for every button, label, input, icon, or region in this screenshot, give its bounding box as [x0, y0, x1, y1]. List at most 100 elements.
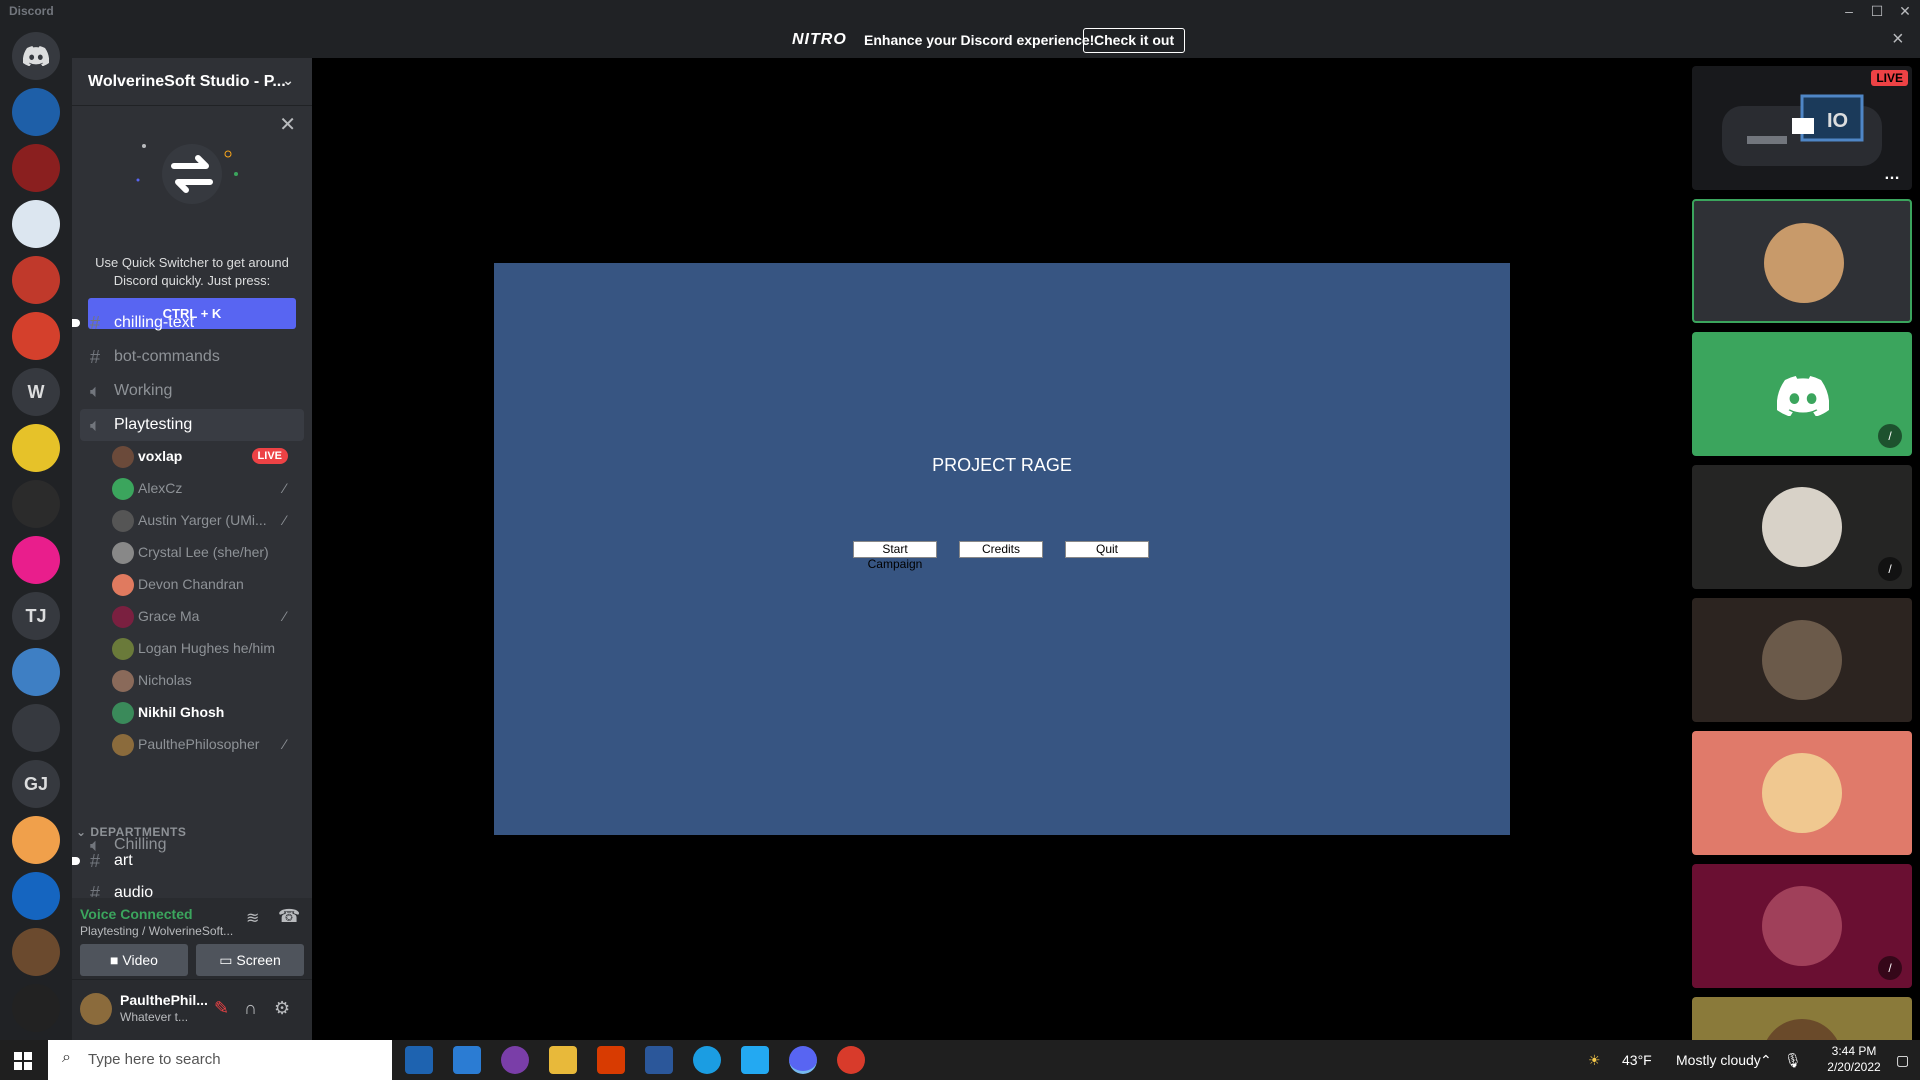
nitro-banner: NITRO Enhance your Discord experience! C…	[72, 22, 1920, 58]
voice-user[interactable]: voxlap LIVE	[104, 441, 296, 471]
voice-channel-playtesting[interactable]: 🔈︎ Playtesting	[80, 409, 304, 441]
chevron-up-icon[interactable]: ⌃	[1760, 1052, 1772, 1069]
voice-user[interactable]: Grace Ma ⁄	[104, 601, 296, 631]
unread-indicator	[72, 857, 80, 865]
video-button[interactable]: ■ Video	[80, 944, 188, 976]
participant-tile-discord-avatar[interactable]: /	[1692, 332, 1912, 456]
server-icon[interactable]	[12, 704, 60, 752]
server-icon[interactable]	[12, 424, 60, 472]
quit-button[interactable]: Quit	[1065, 541, 1149, 558]
server-initials: GJ	[23, 773, 48, 794]
channel-bot-commands[interactable]: # bot-commands	[80, 341, 304, 373]
search-icon: ⌕	[62, 1049, 71, 1066]
voice-user[interactable]: Austin Yarger (UMi... ⁄	[104, 505, 296, 535]
close-window-icon[interactable]: ✕	[1890, 0, 1920, 22]
participant-tile[interactable]	[1692, 598, 1912, 722]
server-icon[interactable]	[12, 536, 60, 584]
channel-art[interactable]: # art	[72, 845, 304, 877]
close-banner-icon[interactable]: ×	[1892, 28, 1904, 51]
server-icon[interactable]: W	[12, 368, 60, 416]
participant-tile[interactable]: /	[1692, 864, 1912, 988]
close-icon[interactable]: ✕	[279, 112, 296, 137]
clock-time[interactable]: 3:44 PM	[1820, 1044, 1888, 1058]
screen-share-button[interactable]: ▭ Screen	[196, 944, 304, 976]
headphones-icon[interactable]: ∩	[244, 998, 257, 1019]
word-icon[interactable]	[645, 1046, 673, 1074]
microphone-icon[interactable]: 🎙︎	[1784, 1052, 1802, 1069]
participant-tile-speaking[interactable]	[1692, 199, 1912, 323]
start-campaign-button[interactable]: Start Campaign	[853, 541, 937, 571]
avatar	[112, 510, 134, 532]
check-it-out-button[interactable]: Check it out	[1083, 28, 1186, 53]
server-icon[interactable]	[12, 872, 60, 920]
nitro-logo: NITRO	[792, 31, 847, 48]
channel-label: bot-commands	[114, 348, 220, 365]
voice-user[interactable]: AlexCz ⁄	[104, 473, 296, 503]
channel-label: Working	[114, 382, 173, 399]
voice-channel-working[interactable]: 🔈︎ Working	[80, 375, 304, 407]
office-icon[interactable]	[597, 1046, 625, 1074]
chevron-down-icon: ⌄	[282, 72, 294, 88]
server-icon[interactable]	[12, 648, 60, 696]
channel-audio[interactable]: # audio	[80, 877, 304, 897]
channel-chilling-text[interactable]: # chilling-text	[72, 307, 304, 339]
server-icon[interactable]	[12, 312, 60, 360]
clock-date[interactable]: 2/20/2022	[1820, 1060, 1888, 1074]
muted-microphone-icon: ⁄	[283, 608, 286, 624]
server-icon[interactable]: GJ	[12, 760, 60, 808]
voice-user-name: voxlap	[138, 448, 183, 464]
server-icon[interactable]	[12, 928, 60, 976]
github-desktop-icon[interactable]	[501, 1046, 529, 1074]
server-header[interactable]: WolverineSoft Studio - P... ⌄	[72, 58, 312, 106]
windows-taskbar: ⌕ Type here to search ☀ 43°F Mostly clou…	[0, 1040, 1920, 1080]
gear-icon[interactable]: ⚙	[274, 998, 290, 1019]
voice-user[interactable]: Devon Chandran	[104, 569, 296, 599]
server-icon[interactable]	[12, 200, 60, 248]
app-taskbar-icon[interactable]	[837, 1046, 865, 1074]
username[interactable]: PaulthePhil...	[120, 992, 208, 1008]
game-title: PROJECT RAGE	[932, 455, 1072, 475]
voice-connected-status[interactable]: Voice Connected	[80, 906, 193, 922]
notifications-icon[interactable]: ▢	[1896, 1052, 1909, 1069]
voice-user[interactable]: Nikhil Ghosh	[104, 697, 296, 727]
participant-tile[interactable]: /	[1692, 465, 1912, 589]
server-icon[interactable]	[12, 256, 60, 304]
category-departments[interactable]: ⌄ DEPARTMENTS	[76, 825, 186, 839]
participant-tile[interactable]	[1692, 731, 1912, 855]
windows-start-icon[interactable]	[14, 1052, 32, 1070]
mute-microphone-icon[interactable]: ✎	[214, 998, 229, 1019]
server-icon[interactable]	[12, 816, 60, 864]
voice-user[interactable]: PaulthePhilosopher ⁄	[104, 729, 296, 759]
credits-button[interactable]: Credits	[959, 541, 1043, 558]
mail-icon[interactable]	[453, 1046, 481, 1074]
microsoft-store-icon[interactable]	[405, 1046, 433, 1074]
more-options-icon[interactable]: …	[1884, 166, 1900, 184]
edge-icon[interactable]	[693, 1046, 721, 1074]
server-icon[interactable]: TJ	[12, 592, 60, 640]
disconnect-icon[interactable]: ☎	[278, 906, 300, 927]
avatar[interactable]	[80, 993, 112, 1025]
voice-user[interactable]: Nicholas	[104, 665, 296, 695]
unread-indicator	[72, 319, 80, 327]
voice-user[interactable]: Crystal Lee (she/her)	[104, 537, 296, 567]
avatar	[112, 702, 134, 724]
noise-suppression-icon[interactable]: ≋	[246, 908, 259, 928]
voice-location[interactable]: Playtesting / WolverineSoft...	[80, 924, 233, 938]
vscode-icon[interactable]	[741, 1046, 769, 1074]
server-icon[interactable]	[12, 88, 60, 136]
file-explorer-icon[interactable]	[549, 1046, 577, 1074]
app-title: Discord	[9, 4, 54, 18]
server-icon[interactable]	[12, 984, 60, 1032]
voice-user[interactable]: Logan Hughes he/him	[104, 633, 296, 663]
server-icon[interactable]	[12, 480, 60, 528]
taskbar-search-box[interactable]: ⌕ Type here to search	[48, 1040, 392, 1080]
discord-taskbar-icon[interactable]	[789, 1046, 817, 1074]
stream-preview-tile[interactable]: IO LIVE …	[1692, 66, 1912, 190]
channel-label: chilling-text	[114, 314, 195, 331]
maximize-icon[interactable]: ☐	[1862, 0, 1892, 22]
minimize-icon[interactable]: –	[1834, 0, 1864, 22]
avatar	[112, 574, 134, 596]
discord-home-icon[interactable]	[12, 32, 60, 80]
server-icon[interactable]	[12, 144, 60, 192]
participant-tile[interactable]	[1692, 997, 1912, 1040]
